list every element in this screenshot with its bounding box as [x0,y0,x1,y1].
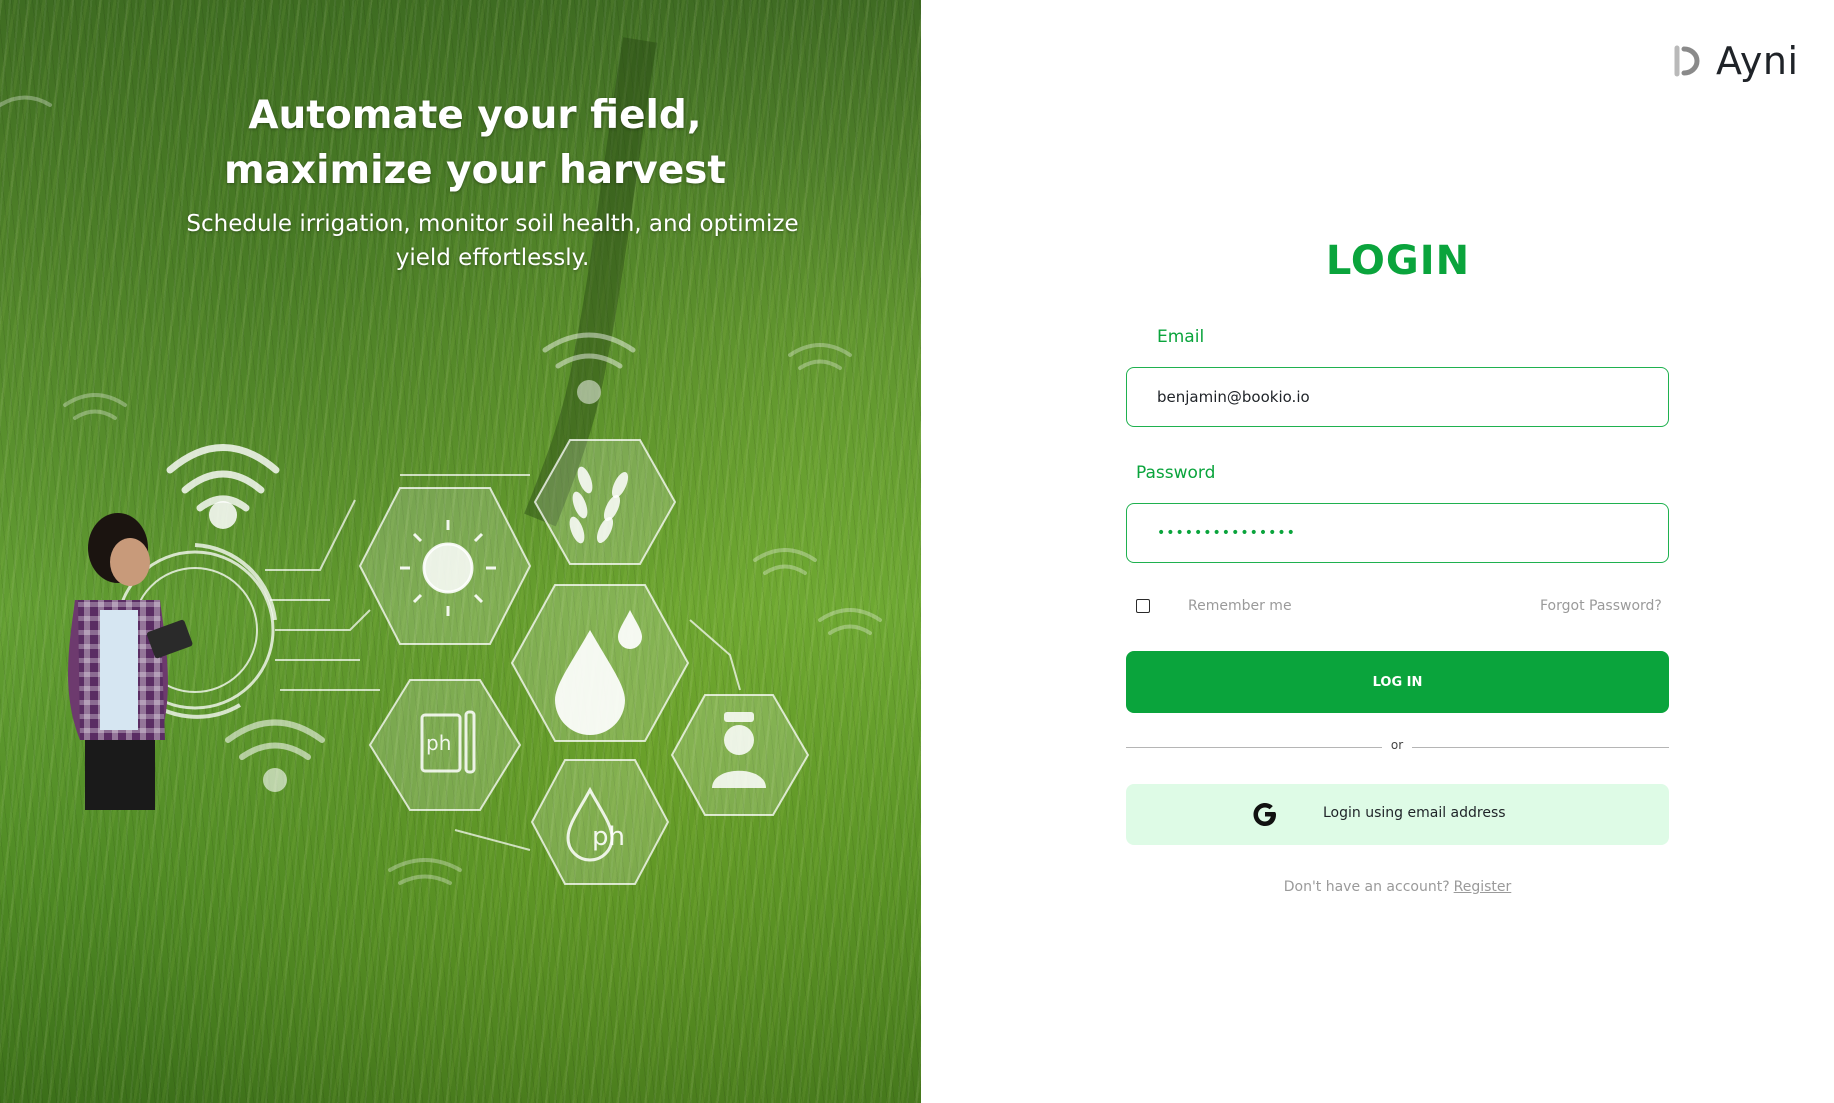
divider-or: or [1390,738,1404,752]
login-title: LOGIN [1325,238,1471,284]
remember-me-checkbox[interactable] [1136,599,1150,613]
divider-line-right [1412,747,1669,748]
hero-subtitle: Schedule irrigation, monitor soil health… [186,211,799,271]
wifi-icon [166,444,280,529]
google-icon [1253,803,1276,826]
google-login-label: Login using email address [1323,805,1506,821]
password-label: Password [1136,463,1216,483]
password-field[interactable]: ••••••••••••••• [1126,503,1669,563]
login-page: ph ph Automate your field, maximize your… [0,0,1834,1103]
ph-drop-label: ph [592,822,625,852]
google-login-button[interactable]: Login using email address [1126,784,1669,845]
register-prompt: Don't have an account? Register [1126,879,1669,895]
brand-logo[interactable]: Ayni [1672,39,1799,83]
forgot-password-link[interactable]: Forgot Password? [1540,598,1662,614]
log-in-button[interactable]: LOG IN [1126,651,1669,713]
hero-panel: ph ph Automate your field, maximize your… [0,0,921,1103]
divider-line-left [1126,747,1382,748]
email-field[interactable]: benjamin@bookio.io [1126,367,1669,427]
brand-name: Ayni [1716,39,1799,83]
no-account-text: Don't have an account? [1283,879,1450,895]
email-label: Email [1157,327,1205,347]
ph-meter-label: ph [426,731,451,755]
hero-headline-line2: maximize your harvest [223,148,727,193]
farmer-person-image [68,513,193,810]
remember-me[interactable]: Remember me [1136,598,1292,614]
wifi-icon [225,719,325,792]
ayni-logo-icon [1674,45,1700,77]
hero-headline: Automate your field, maximize your harve… [0,88,921,198]
remember-me-label: Remember me [1188,598,1292,614]
register-link[interactable]: Register [1454,879,1512,895]
hero-headline-line1: Automate your field, [248,93,702,138]
